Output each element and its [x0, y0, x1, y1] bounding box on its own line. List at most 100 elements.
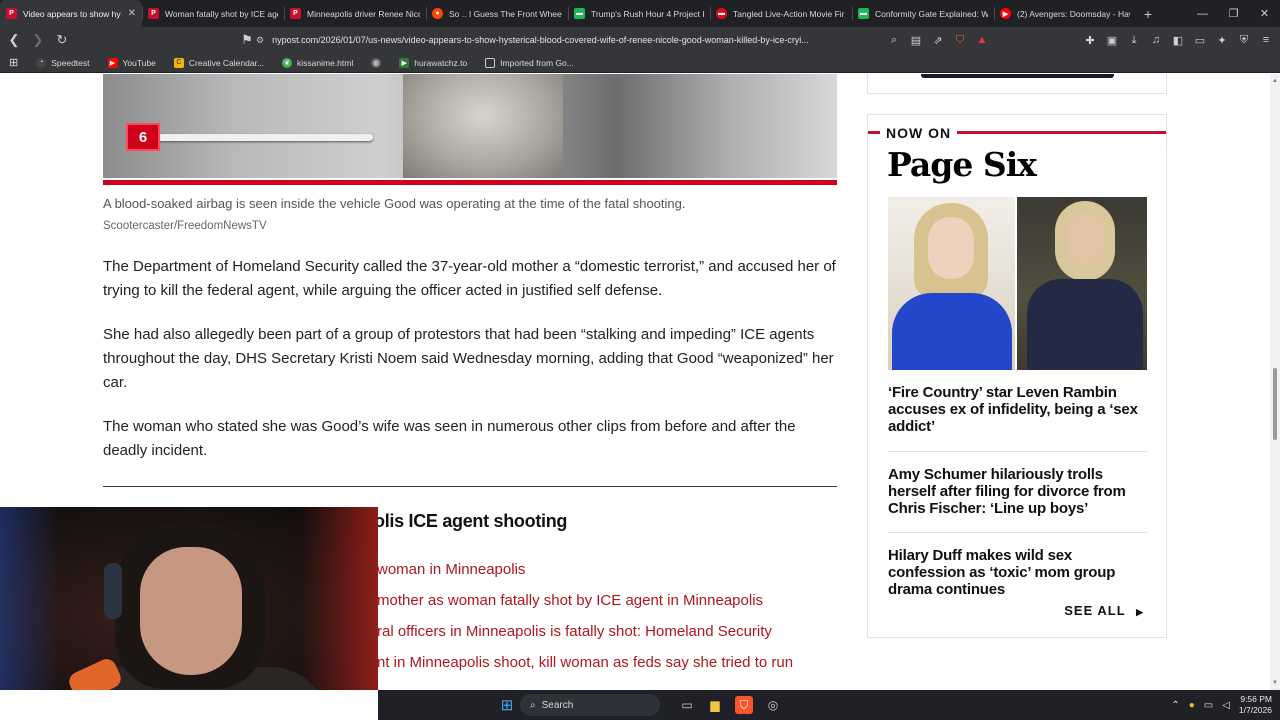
related-title-text: olis ICE agent shooting [374, 511, 568, 531]
file-explorer-icon[interactable]: ▆ [706, 696, 724, 714]
youtube-icon: ▶ [107, 57, 118, 68]
download-icon[interactable]: ⤓ [1126, 30, 1142, 50]
photo-caption: A blood-soaked airbag is seen inside the… [103, 196, 686, 211]
scroll-up-icon[interactable]: ▲ [1270, 76, 1280, 86]
tab-7[interactable]: ▶ (2) Avengers: Doomsday - Hav [994, 0, 1136, 27]
section-divider [103, 486, 837, 487]
apps-icon[interactable]: ⊞ [0, 56, 27, 69]
extensions-icon[interactable]: ✚ [1082, 30, 1098, 50]
close-window-icon[interactable]: ✕ [1249, 0, 1280, 27]
clock-time: 9:56 PM [1240, 694, 1272, 704]
page-scrollbar[interactable]: ▲ ▼ [1270, 74, 1280, 690]
page-six-logo[interactable]: Page Six [887, 145, 1037, 184]
bookmark-label: YouTube [122, 57, 156, 68]
restore-icon[interactable]: ❐ [1218, 0, 1249, 27]
speedtest-icon: ◔ [36, 57, 47, 68]
cam-detail [140, 547, 242, 675]
story-separator [888, 532, 1147, 533]
scrollbar-thumb[interactable] [1273, 368, 1277, 440]
vpn-icon[interactable]: ⛨ [1236, 30, 1252, 50]
bookmark-label: kissanime.html [297, 57, 354, 68]
brave-browser-icon[interactable]: ⛉ [735, 696, 753, 714]
story-separator [888, 451, 1147, 452]
see-all-link[interactable]: SEE ALL ▶ [1064, 603, 1144, 618]
minimize-icon[interactable]: — [1187, 0, 1218, 27]
tab-title: So .. I Guess The Front Wheel [449, 8, 562, 19]
tab-3[interactable]: ● So .. I Guess The Front Wheel [426, 0, 568, 27]
page-six-story-link[interactable]: ‘Fire Country’ star Leven Rambin accuses… [888, 384, 1150, 435]
module-button-edge [921, 74, 1114, 78]
back-icon[interactable]: ❮ [4, 30, 24, 50]
speaker-icon[interactable]: ◁ [1222, 700, 1230, 711]
taskbar-search[interactable]: ⌕ Search [520, 694, 660, 716]
network-icon[interactable]: ▭ [1204, 700, 1213, 711]
windows-taskbar: ⊞ ⌕ Search ▭ ▆ ⛉ ◎ ⌃ ● ▭ ◁ 9:56 PM 1/7/2… [378, 690, 1280, 720]
page-six-photo[interactable] [888, 197, 1147, 370]
search-label: Search [541, 699, 574, 711]
sidebar-toggle-icon[interactable]: ◧ [1170, 30, 1186, 50]
forward-icon[interactable]: ❯ [28, 30, 48, 50]
rewards-icon[interactable]: ▲ [974, 30, 990, 50]
globe-icon: ◍ [371, 57, 382, 68]
play-icon: ▶ [399, 57, 410, 68]
url-text: nypost.com/2026/01/07/us-news/video-appe… [272, 35, 809, 45]
tab-title: Woman fatally shot by ICE age [165, 8, 278, 19]
nypost-favicon-icon: P [290, 8, 301, 19]
bookmark-kissanime[interactable]: ❦ kissanime.html [273, 57, 362, 68]
new-tab-button[interactable]: + [1136, 0, 1160, 27]
leo-icon[interactable]: ✦ [1214, 30, 1230, 50]
bookmark-imported-folder[interactable]: Imported from Go... [476, 57, 583, 68]
bookmark-label: Creative Calendar... [188, 57, 265, 68]
windows-start-icon[interactable]: ⊞ [498, 696, 516, 714]
tab-0[interactable]: P Video appears to show hy ✕ [0, 0, 142, 27]
article-paragraph: She had also allegedly been part of a gr… [103, 326, 834, 391]
bookmark-hurawatch[interactable]: ▶ hurawatchz.to [390, 57, 476, 68]
reload-icon[interactable]: ↻ [52, 30, 72, 50]
now-on-label: NOW ON [880, 125, 958, 141]
sidebar-previous-module [867, 74, 1167, 94]
page-six-story-link[interactable]: Hilary Duff makes wild sex confession as… [888, 547, 1150, 598]
page-six-module: NOW ON Page Six ‘Fire Country’ star Leve… [867, 114, 1167, 638]
tab-6[interactable]: ▬ Conformity Gate Explained: Wi [852, 0, 994, 27]
tab-1[interactable]: P Woman fatally shot by ICE age [142, 0, 284, 27]
wallet-icon[interactable]: ▭ [1192, 30, 1208, 50]
article-paragraph: The woman who stated she was Good’s wife… [103, 418, 796, 459]
now-on-header: NOW ON [868, 125, 1166, 141]
reader-icon[interactable]: ▤ [908, 30, 924, 50]
app-icon[interactable]: ◎ [764, 696, 782, 714]
tab-2[interactable]: P Minneapolis driver Renee Nico [284, 0, 426, 27]
tab-title: Conformity Gate Explained: Wi [875, 8, 988, 19]
article-photo[interactable]: 6 [103, 74, 837, 178]
bookmark-speedtest[interactable]: ◔ Speedtest [27, 57, 98, 68]
tab-4[interactable]: ▬ Trump's Rush Hour 4 Project Is [568, 0, 710, 27]
bookmark-creative-calendar[interactable]: C Creative Calendar... [165, 57, 273, 68]
media-icon[interactable]: ♫ [1148, 30, 1164, 50]
bookmark-youtube[interactable]: ▶ YouTube [99, 57, 165, 68]
brave-shields-icon[interactable]: ⛉ [952, 30, 968, 50]
task-view-icon[interactable]: ▭ [678, 696, 696, 714]
clock[interactable]: 9:56 PM 1/7/2026 [1239, 694, 1272, 716]
movie-favicon-icon: ▬ [716, 8, 727, 19]
photo-detail [1067, 213, 1105, 265]
bookmark-globe[interactable]: ◍ [362, 57, 390, 68]
chevron-up-icon[interactable]: ⌃ [1171, 700, 1179, 711]
cam-detail [0, 507, 60, 690]
tab-5[interactable]: ▬ Tangled Live-Action Movie Fir [710, 0, 852, 27]
photo-left [888, 197, 1015, 370]
address-bar-row: ❮ ❯ ↻ ⚑ ⚙ nypost.com/2026/01/07/us-news/… [0, 27, 1280, 53]
bookmark-label: Imported from Go... [500, 57, 574, 68]
tab-strip: P Video appears to show hy ✕ P Woman fat… [0, 0, 1280, 27]
microphone-icon[interactable]: ● [1189, 700, 1195, 711]
share-icon[interactable]: ⇗ [930, 30, 946, 50]
menu-icon[interactable]: ≡ [1258, 30, 1274, 50]
url-field[interactable]: ⚙ nypost.com/2026/01/07/us-news/video-ap… [256, 30, 872, 50]
page-six-story-link[interactable]: Amy Schumer hilariously trolls herself a… [888, 466, 1150, 517]
scroll-down-icon[interactable]: ▼ [1270, 678, 1280, 688]
screenshot-icon[interactable]: ▣ [1104, 30, 1120, 50]
site-info-icon[interactable]: ⚙ [256, 35, 264, 46]
bookmark-icon[interactable]: ⚑ [237, 30, 257, 50]
photo-credit: Scootercaster/FreedomNewsTV [103, 220, 267, 232]
close-tab-icon[interactable]: ✕ [128, 8, 136, 19]
zoom-icon[interactable]: ⌕ [886, 30, 902, 50]
photo-accent-rule [103, 180, 837, 185]
